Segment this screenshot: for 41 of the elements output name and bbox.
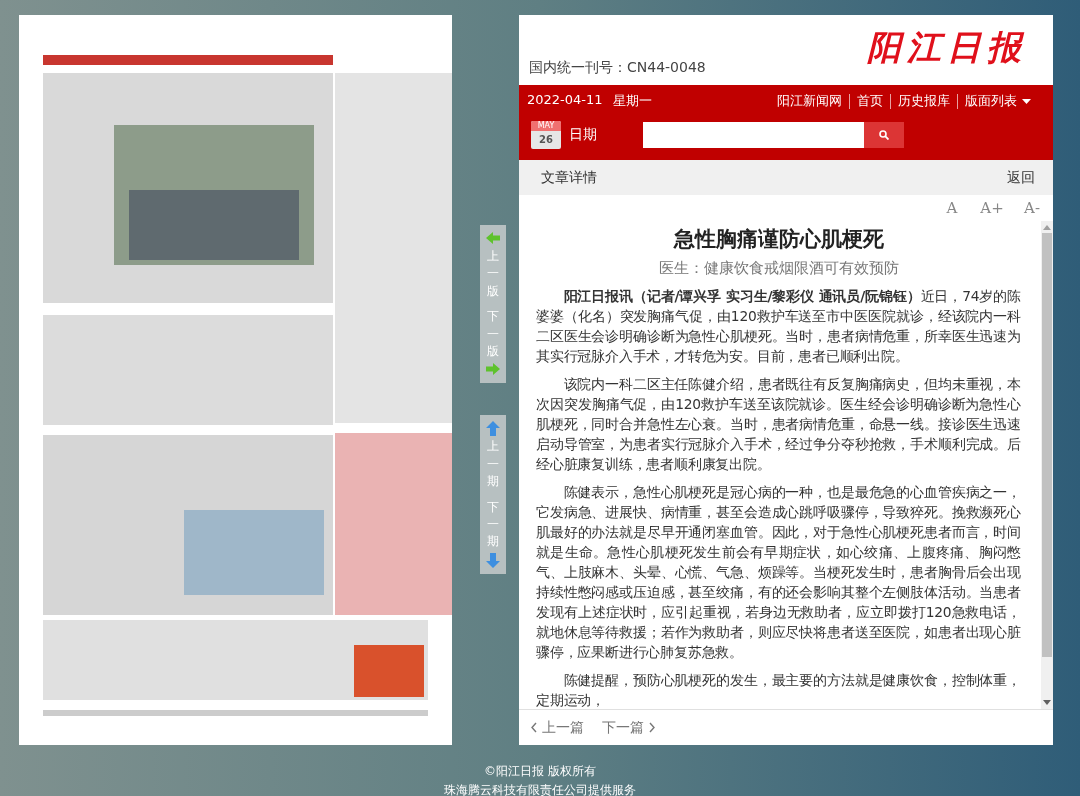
- chevron-right-icon: [649, 722, 655, 733]
- nav-link[interactable]: 阳江新闻网: [777, 92, 842, 110]
- article-paragraph: 该院内一科二区主任陈健介绍，患者既往有反复胸痛病史，但均未重视，本次因突发胸痛气促，由120救护车送至该院就诊。医生经会诊明确诊断为急性心肌梗死，同时合并急性左心衰。当时，患者病情危重，命悬一线。接诊医生迅速启动导管室，为患者实行冠脉介入手术，经过争分夺秒抢救，手术顺利完成。后经心脏康复训练，患者顺利康复出院。: [536, 375, 1021, 474]
- search-icon: [879, 130, 889, 140]
- search-button[interactable]: [864, 122, 904, 148]
- back-link[interactable]: 返回: [1007, 168, 1035, 187]
- nav-link[interactable]: 历史报库: [898, 92, 950, 110]
- article-paragraph: 陈健提醒，预防心肌梗死的发生，最主要的方法就是健康饮食，控制体重，定期运动，: [536, 671, 1021, 709]
- left-arrow-icon: [485, 231, 501, 246]
- weekday-text: 星期一: [612, 92, 652, 110]
- scroll-down-icon: [1043, 700, 1051, 705]
- font-size-button[interactable]: A+: [975, 199, 1009, 217]
- font-size-button[interactable]: A: [935, 199, 969, 217]
- panel-title: 文章详情: [541, 168, 597, 187]
- article-paragraph: 陈健表示，急性心肌梗死是冠心病的一种，也是最危急的心血管疾病之一，它发病急、进展快、病情重，甚至会造成心跳呼吸骤停，导致猝死。挽救濒死心肌最好的办法就是尽早开通闭塞血管。因此，对于急性心肌梗死患者而言，时间就是生命。急性心肌梗死发生前会有早期症状，如心绞痛、上腹疼痛、胸闷憋气、上肢麻木、头晕、心慌、气急、烦躁等。当梗死发生时，患者胸骨后会出现持续性憋闷感或压迫感，甚至绞痛，有的还会影响其整个左侧肢体活动。当患者发现有上述症状时，应引起重视，若身边无救助者，应立即拨打120急救电话，就地休息等待救援；若作为救助者，则应尽快将患者送至医院，如患者出现心脏骤停，应果断进行心肺复苏急救。: [536, 483, 1021, 662]
- footer-text: 珠海腾云科技有限责任公司提供服务: [443, 782, 637, 796]
- nav-link[interactable]: 首页: [857, 92, 883, 110]
- scrollbar-thumb[interactable]: [1042, 233, 1052, 657]
- font-size-button[interactable]: A-: [1015, 199, 1049, 217]
- article-headline: 急性胸痛谨防心肌梗死: [672, 226, 885, 253]
- article-paragraph: 阳江日报讯（记者/谭兴孚 实习生/黎彩仪 通讯员/阮锦钰）近日，74岁的陈婆婆（化名）突发胸痛气促，由120救护车送至市中医医院就诊，经该院内一科二区医生会诊明确诊断为急性心肌梗死。当时，患者病情危重，所幸医生迅速为其实行冠脉介入手术，才转危为安。目前，患者已顺利出院。: [536, 287, 1021, 366]
- date-text: 2022-04-11: [527, 92, 603, 109]
- calendar-icon[interactable]: MAY 26: [531, 121, 561, 149]
- scroll-up-icon: [1043, 225, 1051, 230]
- calendar-day: 26: [539, 131, 553, 148]
- scrollbar[interactable]: [1041, 221, 1053, 709]
- next-article-link[interactable]: 下一篇: [602, 718, 655, 737]
- down-arrow-icon: [486, 552, 500, 568]
- issn-text: 国内统一刊号：CN44-0048: [529, 59, 706, 77]
- footer-text: ©阳江日报 版权所有: [483, 763, 597, 780]
- caret-icon: [1022, 98, 1031, 104]
- right-arrow-icon: [485, 362, 501, 378]
- chevron-left-icon: [531, 722, 537, 733]
- newspaper-logo: 阳江日报: [867, 26, 1027, 69]
- dropdown-menu[interactable]: 版面列表: [965, 92, 1031, 110]
- calendar-month: MAY: [531, 121, 561, 131]
- date-label: 日期: [569, 126, 598, 144]
- article-subtitle: 医生：健康饮食戒烟限酒可有效预防: [657, 259, 900, 278]
- up-arrow-icon: [486, 421, 500, 437]
- previous-article-link[interactable]: 上一篇: [531, 718, 584, 737]
- search-field[interactable]: [643, 122, 864, 148]
